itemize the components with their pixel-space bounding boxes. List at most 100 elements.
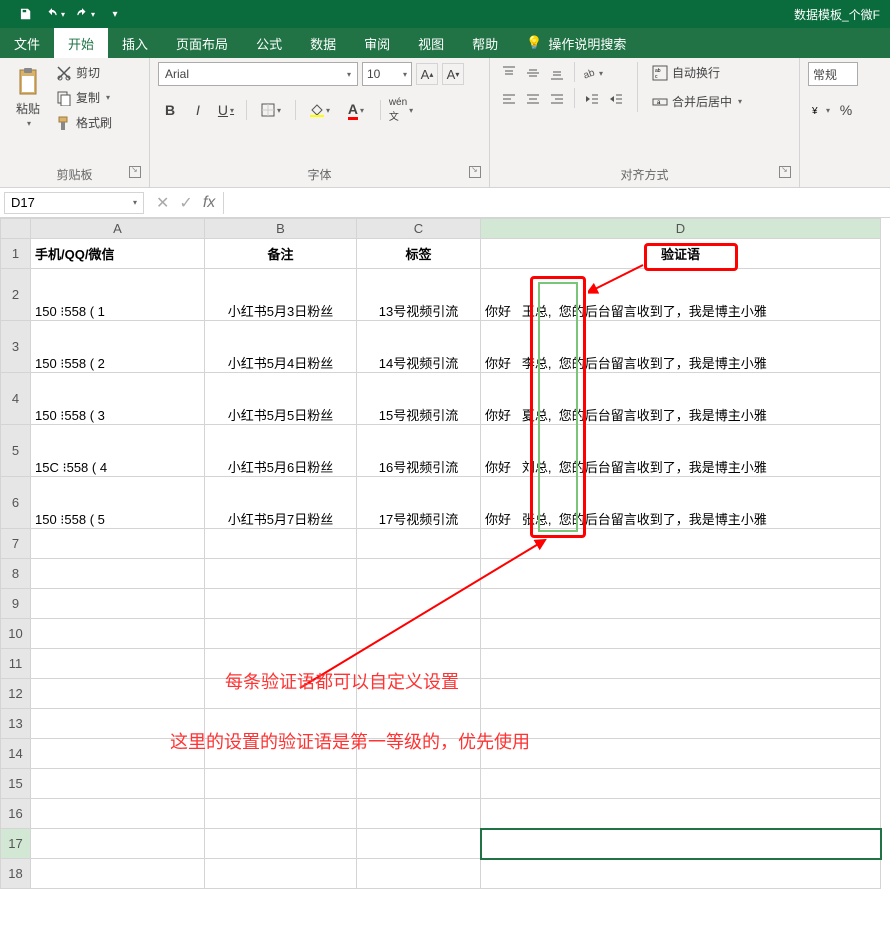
- number-format-combo[interactable]: 常规: [808, 62, 858, 86]
- cell-C3[interactable]: 14号视频引流: [357, 321, 481, 373]
- cell-D5[interactable]: 你好 刘总, 您的后台留言收到了，我是博主小雅: [481, 425, 881, 477]
- increase-font-button[interactable]: A▴: [416, 63, 438, 85]
- undo-button[interactable]: ▾: [40, 0, 70, 28]
- align-top-button[interactable]: [498, 62, 520, 84]
- row-header-18[interactable]: 18: [1, 859, 31, 889]
- tab-review[interactable]: 审阅: [350, 28, 404, 58]
- cell-C6[interactable]: 17号视频引流: [357, 477, 481, 529]
- row-header-14[interactable]: 14: [1, 739, 31, 769]
- row-header-15[interactable]: 15: [1, 769, 31, 799]
- cell-B5[interactable]: 小红书5月6日粉丝: [205, 425, 357, 477]
- cell-B2[interactable]: 小红书5月3日粉丝: [205, 269, 357, 321]
- italic-button[interactable]: I: [186, 98, 210, 122]
- cell-D6[interactable]: 你好 张总, 您的后台留言收到了，我是博主小雅: [481, 477, 881, 529]
- tell-me-search[interactable]: 💡 操作说明搜索: [512, 28, 640, 58]
- tab-data[interactable]: 数据: [296, 28, 350, 58]
- decrease-indent-button[interactable]: [581, 88, 603, 110]
- tab-help[interactable]: 帮助: [458, 28, 512, 58]
- font-size-combo[interactable]: 10▾: [362, 62, 412, 86]
- font-dialog-launcher[interactable]: [469, 166, 481, 178]
- cell-C2[interactable]: 13号视频引流: [357, 269, 481, 321]
- cut-button[interactable]: 剪切: [54, 62, 114, 83]
- col-header-A[interactable]: A: [31, 219, 205, 239]
- save-button[interactable]: [10, 0, 40, 28]
- row-header-7[interactable]: 7: [1, 529, 31, 559]
- cell-C5[interactable]: 16号视频引流: [357, 425, 481, 477]
- cell-D1[interactable]: 验证语: [481, 239, 881, 269]
- cell-B1[interactable]: 备注: [205, 239, 357, 269]
- cell-B4[interactable]: 小红书5月5日粉丝: [205, 373, 357, 425]
- row-header-17[interactable]: 17: [1, 829, 31, 859]
- tab-view[interactable]: 视图: [404, 28, 458, 58]
- row-header-6[interactable]: 6: [1, 477, 31, 529]
- formula-input[interactable]: [223, 192, 890, 214]
- percent-button[interactable]: %: [834, 98, 858, 122]
- font-color-button[interactable]: A▾: [340, 98, 372, 122]
- row-header-2[interactable]: 2: [1, 269, 31, 321]
- cell-A6[interactable]: 150 ⁝558 ( 5: [31, 477, 205, 529]
- cell-A3[interactable]: 150 ⁝558 ( 2: [31, 321, 205, 373]
- cell-D3[interactable]: 你好 李总, 您的后台留言收到了，我是博主小雅: [481, 321, 881, 373]
- row-header-8[interactable]: 8: [1, 559, 31, 589]
- orientation-button[interactable]: ab▾: [581, 62, 603, 84]
- cell-C1[interactable]: 标签: [357, 239, 481, 269]
- row-header-3[interactable]: 3: [1, 321, 31, 373]
- row-header-13[interactable]: 13: [1, 709, 31, 739]
- group-alignment: ab▾ abc自动换行 a合并后居中▾ 对齐方式: [490, 58, 800, 187]
- cancel-formula-icon[interactable]: ✕: [156, 193, 169, 213]
- name-box[interactable]: D17▾: [4, 192, 144, 214]
- cell-D4[interactable]: 你好 夏总, 您的后台留言收到了，我是博主小雅: [481, 373, 881, 425]
- fx-icon[interactable]: fx: [203, 194, 215, 212]
- copy-button[interactable]: 复制▾: [54, 87, 114, 108]
- clipboard-dialog-launcher[interactable]: [129, 166, 141, 178]
- align-left-button[interactable]: [498, 88, 520, 110]
- format-painter-button[interactable]: 格式刷: [54, 112, 114, 133]
- cell-A1[interactable]: 手机/QQ/微信: [31, 239, 205, 269]
- cell-C4[interactable]: 15号视频引流: [357, 373, 481, 425]
- paste-button[interactable]: 粘贴 ▾: [8, 62, 48, 132]
- phonetic-button[interactable]: wén文▾: [389, 98, 413, 122]
- col-header-C[interactable]: C: [357, 219, 481, 239]
- increase-indent-button[interactable]: [605, 88, 627, 110]
- row-header-1[interactable]: 1: [1, 239, 31, 269]
- align-middle-button[interactable]: [522, 62, 544, 84]
- row-header-12[interactable]: 12: [1, 679, 31, 709]
- select-all-corner[interactable]: [1, 219, 31, 239]
- cell-A2[interactable]: 150 ⁝558 ( 1: [31, 269, 205, 321]
- row-header-10[interactable]: 10: [1, 619, 31, 649]
- qat-customize[interactable]: ▾: [100, 0, 130, 28]
- row-header-9[interactable]: 9: [1, 589, 31, 619]
- wrap-text-button[interactable]: abc自动换行: [648, 62, 746, 83]
- tab-formulas[interactable]: 公式: [242, 28, 296, 58]
- underline-button[interactable]: U▾: [214, 98, 238, 122]
- row-header-16[interactable]: 16: [1, 799, 31, 829]
- font-name-combo[interactable]: Arial▾: [158, 62, 358, 86]
- row-header-4[interactable]: 4: [1, 373, 31, 425]
- alignment-dialog-launcher[interactable]: [779, 166, 791, 178]
- fill-color-button[interactable]: ▾: [304, 98, 336, 122]
- align-center-button[interactable]: [522, 88, 544, 110]
- tab-insert[interactable]: 插入: [108, 28, 162, 58]
- enter-formula-icon[interactable]: ✓: [179, 193, 192, 213]
- tab-page-layout[interactable]: 页面布局: [162, 28, 242, 58]
- merge-center-button[interactable]: a合并后居中▾: [648, 91, 746, 112]
- decrease-font-button[interactable]: A▾: [442, 63, 464, 85]
- borders-button[interactable]: ▾: [255, 98, 287, 122]
- col-header-B[interactable]: B: [205, 219, 357, 239]
- currency-button[interactable]: ¥▾: [808, 98, 832, 122]
- col-header-D[interactable]: D: [481, 219, 881, 239]
- row-header-5[interactable]: 5: [1, 425, 31, 477]
- cell-D2[interactable]: 你好 王总, 您的后台留言收到了，我是博主小雅: [481, 269, 881, 321]
- row-header-11[interactable]: 11: [1, 649, 31, 679]
- cell-D17[interactable]: [481, 829, 881, 859]
- cell-A5[interactable]: 15C ⁝558 ( 4: [31, 425, 205, 477]
- redo-button[interactable]: ▾: [70, 0, 100, 28]
- cell-A4[interactable]: 150 ⁝558 ( 3: [31, 373, 205, 425]
- tab-file[interactable]: 文件: [0, 28, 54, 58]
- cell-B3[interactable]: 小红书5月4日粉丝: [205, 321, 357, 373]
- cell-B6[interactable]: 小红书5月7日粉丝: [205, 477, 357, 529]
- tab-home[interactable]: 开始: [54, 28, 108, 58]
- align-bottom-button[interactable]: [546, 62, 568, 84]
- bold-button[interactable]: B: [158, 98, 182, 122]
- align-right-button[interactable]: [546, 88, 568, 110]
